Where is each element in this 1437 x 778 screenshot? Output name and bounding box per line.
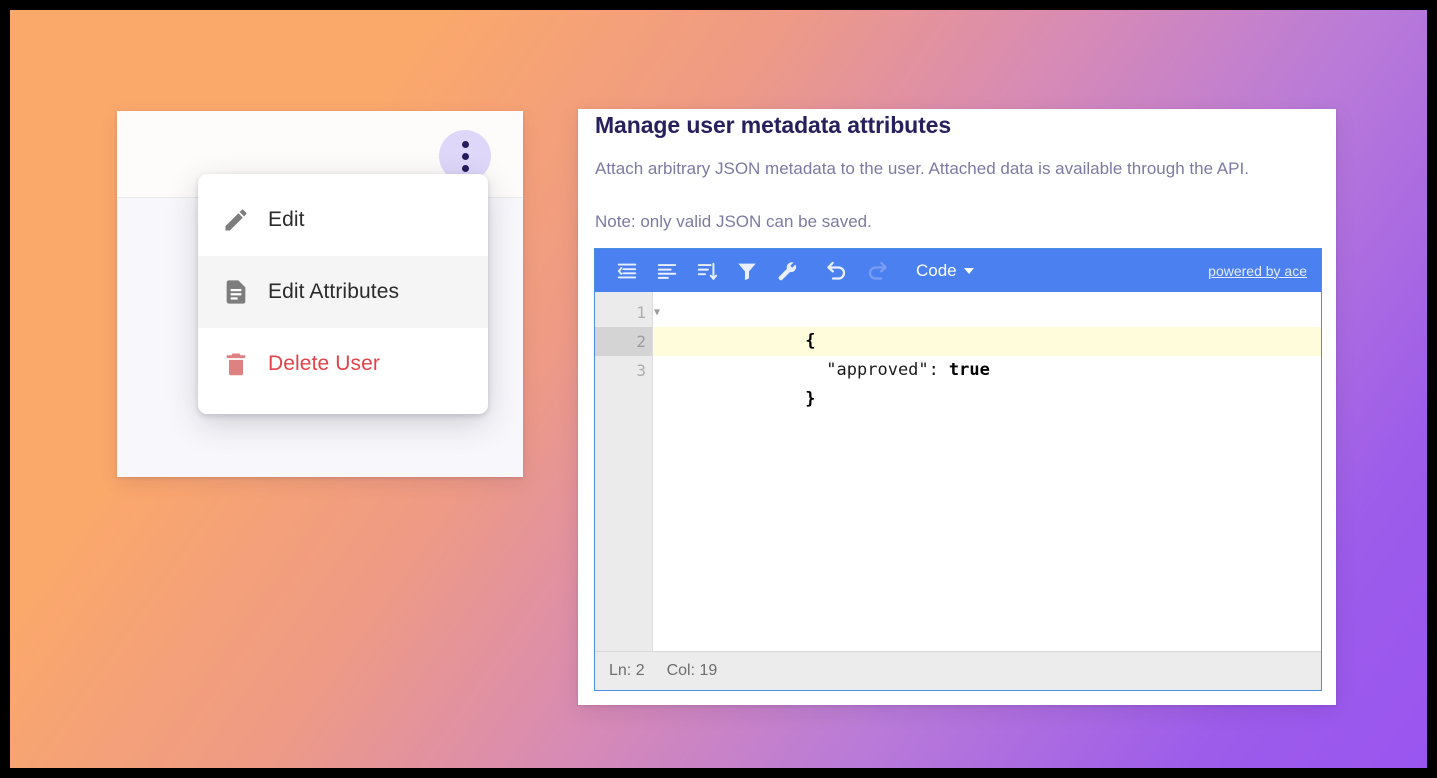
status-line-indicator: Ln: 2 (609, 662, 645, 680)
compact-indent-icon[interactable] (610, 254, 644, 288)
code-line-1[interactable]: { (653, 298, 1321, 327)
editor-body[interactable]: 1 ▼ 2 3 { (595, 292, 1321, 651)
code-token-brace-close: } (805, 389, 815, 409)
menu-item-edit[interactable]: Edit (198, 184, 488, 256)
format-icon[interactable] (650, 254, 684, 288)
chevron-down-icon (964, 268, 974, 274)
gutter-line-3[interactable]: 3 (595, 356, 652, 385)
document-icon (222, 278, 268, 306)
code-token-value: true (949, 360, 990, 380)
editor-toolbar: Code powered by ace (595, 249, 1321, 292)
powered-by-ace-link[interactable]: powered by ace (1208, 263, 1307, 279)
sort-icon[interactable] (690, 254, 724, 288)
code-area[interactable]: { "approved": true } (653, 292, 1321, 651)
gutter-line-1[interactable]: 1 ▼ (595, 298, 652, 327)
menu-item-edit-attributes[interactable]: Edit Attributes (198, 256, 488, 328)
redo-icon[interactable] (860, 254, 894, 288)
editor-mode-select[interactable]: Code (916, 261, 974, 281)
menu-item-label: Delete User (268, 352, 380, 376)
filter-icon[interactable] (730, 254, 764, 288)
code-token-key: "approved" (826, 360, 928, 380)
menu-item-delete-user[interactable]: Delete User (198, 328, 488, 400)
gutter-line-number: 1 (636, 303, 646, 322)
json-editor[interactable]: Code powered by ace 1 ▼ 2 (594, 248, 1322, 691)
panel-description: Attach arbitrary JSON metadata to the us… (595, 156, 1311, 181)
editor-mode-label: Code (916, 261, 957, 281)
code-token-colon: : (929, 360, 939, 380)
page-title: Manage user metadata attributes (595, 112, 951, 139)
screenshot-root: Edit Edit Attributes (0, 0, 1437, 778)
panel-note: Note: only valid JSON can be saved. (595, 209, 872, 234)
context-menu: Edit Edit Attributes (198, 174, 488, 414)
editor-gutter[interactable]: 1 ▼ 2 3 (595, 292, 653, 651)
gutter-line-number: 3 (636, 361, 646, 380)
trash-icon (222, 350, 268, 378)
gutter-line-number: 2 (636, 332, 646, 351)
gutter-line-2[interactable]: 2 (595, 327, 652, 356)
menu-item-label: Edit Attributes (268, 280, 399, 304)
metadata-panel: Manage user metadata attributes Attach a… (578, 109, 1336, 705)
pencil-icon (222, 206, 268, 234)
kebab-dot-1 (462, 141, 469, 148)
status-col-indicator: Col: 19 (667, 662, 718, 680)
gradient-background: Edit Edit Attributes (10, 10, 1427, 768)
editor-status-bar: Ln: 2 Col: 19 (595, 651, 1321, 690)
menu-item-label: Edit (268, 208, 305, 232)
kebab-dot-2 (462, 153, 469, 160)
wrench-icon[interactable] (770, 254, 804, 288)
code-token-brace-open: { (805, 331, 815, 351)
undo-icon[interactable] (820, 254, 854, 288)
kebab-dot-3 (462, 165, 469, 172)
